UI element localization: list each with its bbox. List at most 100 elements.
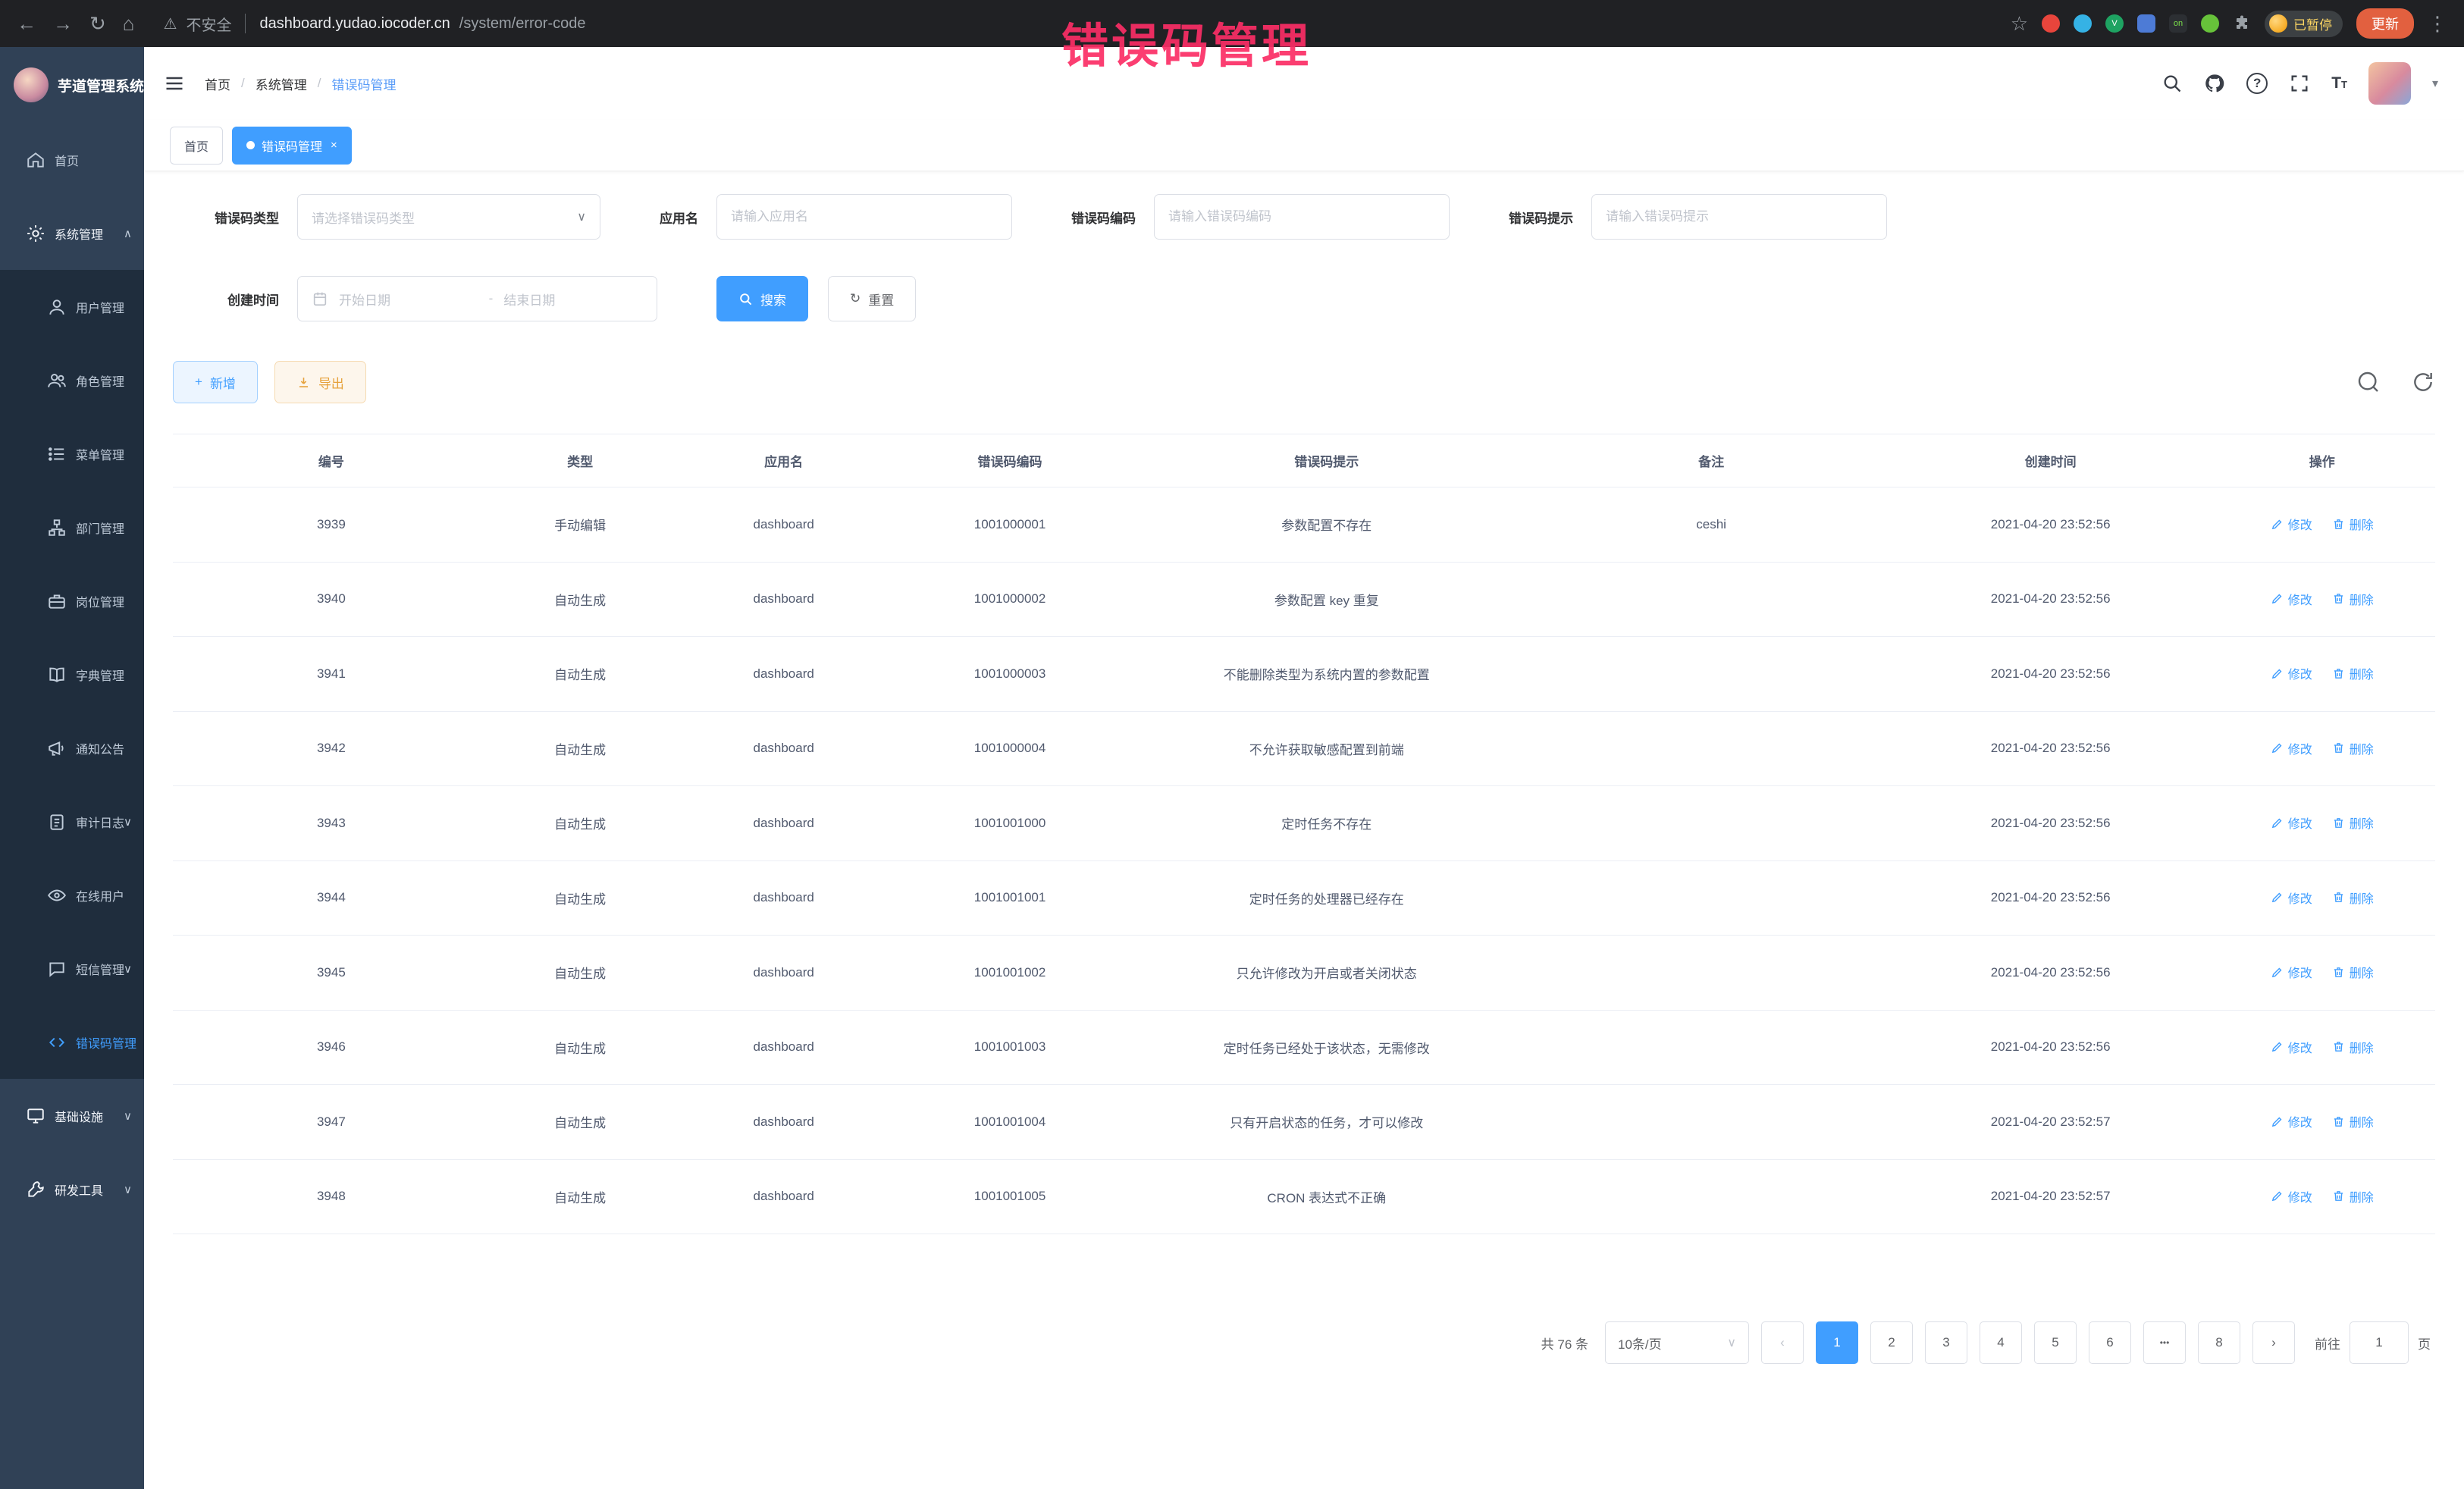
tag-home[interactable]: 首页 (170, 127, 223, 165)
page-button-3[interactable]: 3 (1925, 1321, 1967, 1364)
page-button-8[interactable]: 8 (2198, 1321, 2240, 1364)
sidebar-item-home[interactable]: 首页 (0, 123, 144, 196)
sidebar-item-announcements[interactable]: 通知公告 (0, 711, 144, 785)
next-page-button[interactable]: › (2252, 1321, 2295, 1364)
download-icon (296, 375, 311, 390)
sidebar-item-label: 字典管理 (76, 666, 124, 684)
breadcrumb-home[interactable]: 首页 (205, 74, 230, 93)
app-logo[interactable]: 芋道管理系统 (0, 47, 144, 123)
extension-icon[interactable]: V (2105, 14, 2124, 33)
page-size-select[interactable]: 10条/页 ∨ (1605, 1321, 1749, 1364)
home-icon[interactable]: ⌂ (123, 14, 135, 33)
edit-link[interactable]: 修改 (2271, 739, 2312, 757)
sidebar-item-sms[interactable]: 短信管理 ∨ (0, 932, 144, 1005)
cell-time: 2021-04-20 23:52:56 (1892, 860, 2209, 936)
delete-link[interactable]: 删除 (2332, 1112, 2374, 1130)
sidebar-item-infrastructure[interactable]: 基础设施 ∨ (0, 1079, 144, 1152)
refresh-icon[interactable] (2411, 370, 2435, 394)
avatar-caret-icon[interactable]: ▾ (2432, 76, 2438, 91)
edit-link[interactable]: 修改 (2271, 515, 2312, 533)
toggle-search-icon[interactable] (2356, 370, 2381, 394)
extension-icon[interactable] (2137, 14, 2155, 33)
url-host[interactable]: dashboard.yudao.iocoder.cn (259, 15, 450, 33)
github-icon[interactable] (2204, 73, 2225, 94)
edit-link[interactable]: 修改 (2271, 1112, 2312, 1130)
url-path[interactable]: /system/error-code (459, 15, 586, 33)
page-button-4[interactable]: 4 (1980, 1321, 2022, 1364)
reload-icon[interactable]: ↻ (89, 14, 106, 33)
user-avatar[interactable] (2368, 62, 2411, 105)
fullscreen-icon[interactable] (2289, 73, 2310, 94)
delete-link[interactable]: 删除 (2332, 739, 2374, 757)
error-type-select[interactable]: 请选择错误码类型 ∨ (297, 194, 600, 240)
page-button-2[interactable]: 2 (1870, 1321, 1913, 1364)
page-button-1[interactable]: 1 (1816, 1321, 1858, 1364)
font-size-icon[interactable]: TT (2331, 74, 2347, 92)
delete-link[interactable]: 删除 (2332, 1187, 2374, 1205)
reset-button[interactable]: ↻ 重置 (828, 276, 916, 321)
edit-link[interactable]: 修改 (2271, 664, 2312, 682)
address-bar[interactable]: ⚠ 不安全 dashboard.yudao.iocoder.cn/system/… (164, 13, 586, 35)
search-button[interactable]: 搜索 (716, 276, 808, 321)
table-header-row: 编号 类型 应用名 错误码编码 错误码提示 备注 创建时间 操作 (173, 434, 2435, 487)
sidebar-item-label: 用户管理 (76, 298, 124, 316)
sidebar-item-error-codes[interactable]: 错误码管理 (0, 1005, 144, 1079)
edit-link[interactable]: 修改 (2271, 813, 2312, 832)
sidebar-item-roles[interactable]: 角色管理 (0, 343, 144, 417)
extension-icon[interactable] (2074, 14, 2092, 33)
chevron-down-icon: ∨ (124, 962, 132, 976)
prev-page-button[interactable]: ‹ (1761, 1321, 1804, 1364)
goto-page-input[interactable] (2350, 1321, 2409, 1364)
edit-link[interactable]: 修改 (2271, 1038, 2312, 1056)
error-code-input[interactable] (1168, 209, 1435, 224)
sidebar-item-online-users[interactable]: 在线用户 (0, 858, 144, 932)
delete-link[interactable]: 删除 (2332, 590, 2374, 608)
browser-update-button[interactable]: 更新 (2356, 8, 2414, 39)
sidebar-item-users[interactable]: 用户管理 (0, 270, 144, 343)
cell-message: 只允许修改为开启或者关闭状态 (1123, 936, 1530, 1011)
error-message-input[interactable] (1606, 209, 1873, 224)
edit-link[interactable]: 修改 (2271, 590, 2312, 608)
kebab-menu-icon[interactable]: ⋮ (2428, 14, 2447, 33)
delete-link[interactable]: 删除 (2332, 813, 2374, 832)
cell-code: 1001001002 (897, 936, 1123, 1011)
tag-error-codes[interactable]: 错误码管理 × (232, 127, 352, 165)
date-range-picker[interactable]: 开始日期 - 结束日期 (297, 276, 657, 321)
delete-link[interactable]: 删除 (2332, 963, 2374, 981)
help-icon[interactable]: ? (2246, 73, 2268, 94)
sidebar-item-menus[interactable]: 菜单管理 (0, 417, 144, 491)
page-button-6[interactable]: 6 (2089, 1321, 2131, 1364)
sidebar-item-dev-tools[interactable]: 研发工具 ∨ (0, 1152, 144, 1226)
edit-link[interactable]: 修改 (2271, 1187, 2312, 1205)
delete-link[interactable]: 删除 (2332, 664, 2374, 682)
add-button[interactable]: + 新增 (173, 361, 258, 403)
sidebar-item-posts[interactable]: 岗位管理 (0, 564, 144, 638)
forward-icon[interactable]: → (53, 14, 73, 33)
sidebar-item-departments[interactable]: 部门管理 (0, 491, 144, 564)
page-button-5[interactable]: 5 (2034, 1321, 2077, 1364)
hamburger-icon[interactable] (164, 73, 185, 94)
sidebar-item-dictionary[interactable]: 字典管理 (0, 638, 144, 711)
sidebar-item-audit-log[interactable]: 审计日志 ∨ (0, 785, 144, 858)
extension-icon[interactable]: on (2169, 14, 2187, 33)
security-label[interactable]: 不安全 (186, 13, 231, 35)
profile-chip[interactable]: 已暂停 (2265, 11, 2343, 37)
extensions-puzzle-icon[interactable] (2233, 14, 2251, 33)
delete-link[interactable]: 删除 (2332, 1038, 2374, 1056)
more-pages-button[interactable]: ••• (2143, 1321, 2186, 1364)
delete-link[interactable]: 删除 (2332, 515, 2374, 533)
sidebar-item-system[interactable]: 系统管理 ∧ (0, 196, 144, 270)
edit-pencil-icon (2271, 592, 2284, 605)
edit-link[interactable]: 修改 (2271, 963, 2312, 981)
breadcrumb-system[interactable]: 系统管理 (255, 74, 307, 93)
star-icon[interactable]: ☆ (2011, 14, 2028, 33)
close-icon[interactable]: × (331, 139, 337, 152)
extension-icon[interactable] (2042, 14, 2060, 33)
app-name-input[interactable] (731, 209, 998, 224)
back-icon[interactable]: ← (17, 14, 36, 33)
delete-link[interactable]: 删除 (2332, 889, 2374, 907)
extension-icon[interactable] (2201, 14, 2219, 33)
edit-link[interactable]: 修改 (2271, 889, 2312, 907)
export-button[interactable]: 导出 (274, 361, 366, 403)
search-icon[interactable] (2161, 73, 2183, 94)
